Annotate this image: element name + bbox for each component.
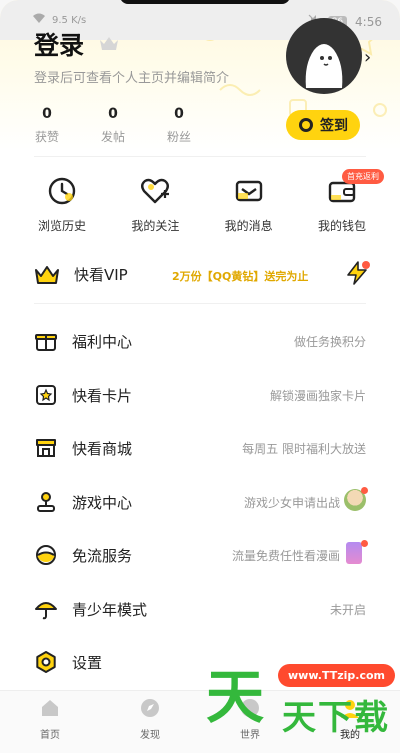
menu-label: 快看卡片 bbox=[72, 386, 133, 405]
menu-item-cards[interactable]: 快看卡片 解锁漫画独家卡片 bbox=[0, 369, 400, 423]
settings-icon bbox=[36, 651, 56, 673]
status-left: 9.5 K/s bbox=[32, 13, 86, 27]
quick-wallet[interactable]: 我的钱包 首充返利 bbox=[302, 169, 384, 234]
clock-time: 4:56 bbox=[355, 14, 382, 29]
menu-item-welfare[interactable]: 福利中心 做任务换积分 bbox=[0, 315, 400, 369]
tab-label: 首页 bbox=[40, 730, 60, 741]
stat-label: 粉丝 bbox=[166, 130, 191, 144]
quick-label: 我的钱包 bbox=[317, 219, 366, 233]
checkin-label: 签到 bbox=[320, 118, 348, 134]
menu-hint: 未开启 bbox=[329, 602, 366, 617]
shop-icon bbox=[36, 439, 56, 457]
vip-row[interactable]: 快看VIP 2万份【QQ黄钻】送完为止 bbox=[34, 258, 374, 294]
watermark-url: www.TTzip.com bbox=[278, 664, 395, 687]
stat-value: 0 bbox=[108, 106, 118, 122]
discover-icon bbox=[141, 699, 159, 717]
gift-icon bbox=[35, 334, 57, 351]
wifi-icon bbox=[32, 13, 46, 27]
data-free-icon bbox=[36, 545, 56, 565]
new-dot bbox=[361, 540, 368, 547]
menu-label: 设置 bbox=[72, 654, 103, 672]
camera-notch bbox=[120, 0, 290, 4]
menu-hint: 游戏少女申请出战 bbox=[243, 495, 340, 510]
quick-label: 我的消息 bbox=[224, 219, 273, 233]
stat-likes[interactable]: 0 获赞 bbox=[32, 106, 62, 145]
stat-value: 0 bbox=[174, 106, 184, 122]
card-star-icon bbox=[36, 384, 56, 405]
login-title[interactable]: 登录 bbox=[34, 26, 84, 62]
vip-label: 快看VIP bbox=[74, 266, 128, 284]
profile-arrow-icon[interactable]: › bbox=[364, 47, 371, 68]
tab-label: 发现 bbox=[140, 730, 160, 741]
watermark-logo-text: 天 bbox=[206, 663, 264, 731]
menu-label: 福利中心 bbox=[72, 333, 133, 351]
vip-promo: 2万份【QQ黄钻】送完为止 bbox=[172, 270, 309, 283]
menu-label: 游戏中心 bbox=[72, 493, 133, 512]
menu-hint: 每周五 限时福利大放送 bbox=[242, 442, 366, 456]
menu-item-free-data[interactable]: 免流服务 流量免费任性看漫画 bbox=[0, 529, 400, 583]
quick-actions: 浏览历史 我的关注 我的消息 我的钱包 首充返利 bbox=[22, 169, 384, 234]
watermark-site-name: 天下载 bbox=[282, 698, 390, 738]
menu-item-games[interactable]: 游戏中心 游戏少女申请出战 bbox=[0, 476, 400, 530]
wallet-promo-badge: 首充返利 bbox=[341, 169, 384, 184]
envelope-icon bbox=[235, 180, 262, 202]
umbrella-icon bbox=[35, 601, 57, 619]
quick-label: 我的关注 bbox=[131, 219, 180, 233]
stat-fans[interactable]: 0 粉丝 bbox=[164, 106, 194, 145]
quick-follow[interactable]: 我的关注 bbox=[115, 175, 195, 234]
menu-hint: 解锁漫画独家卡片 bbox=[269, 388, 366, 403]
stat-label: 获赞 bbox=[34, 130, 59, 144]
lightning-icon bbox=[347, 261, 370, 285]
joystick-icon bbox=[37, 491, 55, 512]
stat-value: 0 bbox=[42, 106, 52, 122]
sim-card-thumbnail bbox=[346, 542, 362, 564]
menu-item-mall[interactable]: 快看商城 每周五 限时福利大放送 bbox=[0, 422, 400, 476]
divider bbox=[34, 303, 366, 304]
menu-label: 免流服务 bbox=[72, 547, 133, 565]
login-subtitle[interactable]: 登录后可查看个人主页并编辑简介 bbox=[34, 67, 229, 86]
menu-label: 青少年模式 bbox=[72, 600, 148, 619]
menu-item-teen-mode[interactable]: 青少年模式 未开启 bbox=[0, 583, 400, 637]
menu-list: 福利中心 做任务换积分 快看卡片 解锁漫画独家卡片 快看商城 每周五 限时福利大… bbox=[0, 315, 400, 690]
tab-discover[interactable]: 发现 bbox=[115, 691, 185, 753]
home-icon bbox=[42, 700, 58, 716]
menu-hint: 流量免费任性看漫画 bbox=[231, 549, 340, 563]
stat-posts[interactable]: 0 发帖 bbox=[98, 106, 128, 145]
tab-home[interactable]: 首页 bbox=[15, 691, 85, 753]
coin-icon bbox=[299, 118, 313, 132]
quick-history[interactable]: 浏览历史 bbox=[22, 175, 102, 234]
crown-icon bbox=[35, 266, 59, 284]
quick-messages[interactable]: 我的消息 bbox=[209, 175, 289, 234]
stats-row: 0 获赞 0 发帖 0 粉丝 bbox=[32, 106, 194, 145]
crown-icon bbox=[100, 37, 118, 50]
divider bbox=[34, 156, 366, 157]
menu-label: 快看商城 bbox=[72, 440, 133, 458]
network-speed: 9.5 K/s bbox=[52, 14, 87, 26]
avatar-placeholder-icon bbox=[305, 44, 343, 88]
stat-label: 发帖 bbox=[100, 130, 125, 144]
menu-hint: 做任务换积分 bbox=[293, 335, 366, 349]
clock-icon bbox=[48, 177, 76, 205]
quick-label: 浏览历史 bbox=[37, 219, 86, 233]
profile-page: 9.5 K/s 86 4:56 登录 登录后可查看个人主页并编辑简介 › 0 获… bbox=[0, 0, 400, 753]
heart-plus-icon bbox=[141, 178, 170, 204]
new-dot bbox=[361, 486, 368, 494]
checkin-button[interactable]: 签到 bbox=[286, 110, 360, 140]
avatar[interactable] bbox=[286, 18, 362, 94]
